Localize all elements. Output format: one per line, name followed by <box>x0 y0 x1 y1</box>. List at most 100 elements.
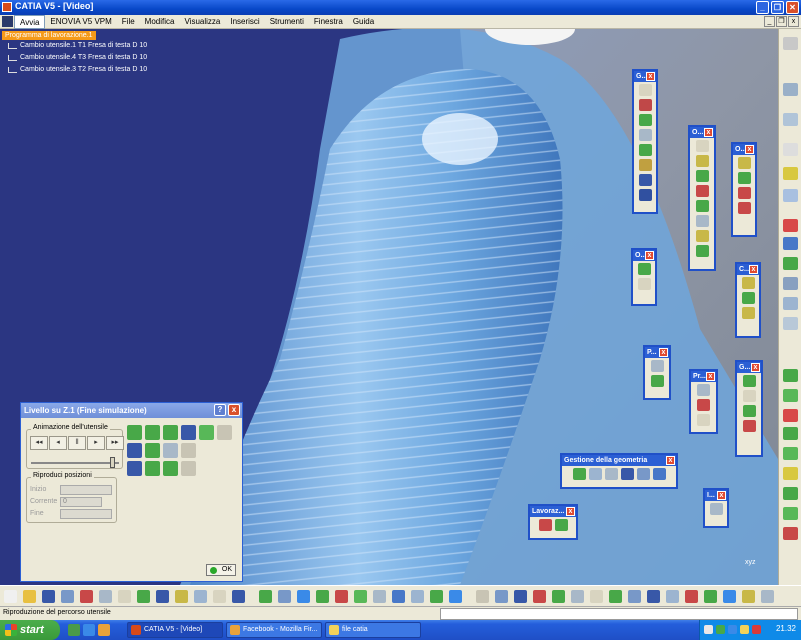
tool-icon[interactable] <box>695 230 709 242</box>
volume-icon[interactable] <box>740 625 749 634</box>
toolbar-tool-icon[interactable] <box>723 590 736 603</box>
fixture-icon[interactable] <box>604 468 618 480</box>
pointer-icon[interactable] <box>783 143 798 156</box>
tool-icon[interactable] <box>181 461 196 476</box>
toolbar-tool-icon[interactable] <box>533 590 546 603</box>
document-icon[interactable] <box>2 16 13 27</box>
operation-icon[interactable] <box>783 487 798 500</box>
close-icon[interactable]: x <box>704 128 713 137</box>
operation-icon[interactable] <box>783 369 798 382</box>
menu-finestra[interactable]: Finestra <box>309 15 348 29</box>
tree-root-program[interactable]: Programma di lavorazione.1 <box>2 31 96 40</box>
firefox-icon[interactable] <box>98 624 110 636</box>
tray-icon[interactable] <box>716 625 725 634</box>
tool-icon[interactable] <box>638 129 652 141</box>
close-icon[interactable]: x <box>566 507 575 516</box>
sketch-icon[interactable] <box>783 167 798 180</box>
close-icon[interactable]: x <box>717 491 726 500</box>
part-icon[interactable] <box>783 237 798 250</box>
close-icon[interactable]: x <box>659 348 668 357</box>
menu-visualizza[interactable]: Visualizza <box>179 15 225 29</box>
tool-icon[interactable] <box>127 461 142 476</box>
document-icon[interactable] <box>783 189 798 202</box>
tool-icon[interactable] <box>737 187 751 199</box>
tool-icon[interactable] <box>127 425 142 440</box>
toolbar-tool-icon[interactable] <box>137 590 150 603</box>
tool-icon[interactable] <box>199 425 214 440</box>
tool-icon[interactable] <box>695 185 709 197</box>
tool-icon[interactable] <box>638 144 652 156</box>
axis-compass[interactable]: xyz <box>745 559 765 573</box>
tool-icon[interactable] <box>737 157 751 169</box>
task-catia[interactable]: CATIA V5 - [Video] <box>127 622 223 638</box>
tool-icon[interactable] <box>145 425 160 440</box>
toolbar-tool-icon[interactable] <box>194 590 207 603</box>
tool-icon[interactable] <box>554 519 568 531</box>
tool-icon[interactable] <box>638 189 652 201</box>
menu-guida[interactable]: Guida <box>348 15 379 29</box>
toolbar-tool-icon[interactable] <box>628 590 641 603</box>
operation-icon[interactable] <box>783 527 798 540</box>
tool-icon[interactable] <box>741 307 755 319</box>
tool-icon[interactable] <box>145 443 160 458</box>
tool-icon[interactable] <box>742 405 756 417</box>
toolbar-tool-icon[interactable] <box>514 590 527 603</box>
toolbar-tool-icon[interactable] <box>232 590 245 603</box>
toolbar-tool-icon[interactable] <box>297 590 310 603</box>
toolbar-tool-icon[interactable] <box>666 590 679 603</box>
toolbar-tool-icon[interactable] <box>495 590 508 603</box>
toolbar-tool-icon[interactable] <box>278 590 291 603</box>
toolbar-tool-icon[interactable] <box>213 590 226 603</box>
close-icon[interactable]: x <box>666 456 675 465</box>
toolbar-tool-icon[interactable] <box>476 590 489 603</box>
fast-forward-button[interactable]: ▸▸ <box>106 436 124 450</box>
tool-icon[interactable] <box>163 443 178 458</box>
tool-icon[interactable] <box>695 200 709 212</box>
tool-icon[interactable] <box>637 278 651 290</box>
toolbar-tool-icon[interactable] <box>647 590 660 603</box>
close-icon[interactable]: x <box>751 363 760 372</box>
step-forward-button[interactable]: ▸ <box>87 436 105 450</box>
menu-file[interactable]: File <box>117 15 140 29</box>
tool-icon[interactable] <box>695 155 709 167</box>
floating-toolbar-lavorazione[interactable]: Lavoraz... x <box>528 504 578 540</box>
toolbar-tool-icon[interactable] <box>118 590 131 603</box>
floating-toolbar-p[interactable]: P... x <box>643 345 671 400</box>
close-button[interactable]: ✕ <box>786 1 799 14</box>
floating-toolbar-o2[interactable]: O... x <box>731 142 757 237</box>
tool-icon[interactable] <box>697 414 710 426</box>
tool-icon[interactable] <box>742 390 756 402</box>
toolbar-tool-icon[interactable] <box>742 590 755 603</box>
tool-icon[interactable] <box>695 170 709 182</box>
antivirus-icon[interactable] <box>752 625 761 634</box>
toolbar-tool-icon[interactable] <box>430 590 443 603</box>
close-icon[interactable]: x <box>749 265 758 274</box>
toolbar-tool-icon[interactable] <box>42 590 55 603</box>
toolbar-tool-icon[interactable] <box>175 590 188 603</box>
floating-toolbar-geometry[interactable]: Gestione della geometria x <box>560 453 678 489</box>
toolbar-tool-icon[interactable] <box>80 590 93 603</box>
close-icon[interactable]: x <box>706 372 715 381</box>
toolbar-tool-icon[interactable] <box>571 590 584 603</box>
toolbar-tool-icon[interactable] <box>4 590 17 603</box>
operation-icon[interactable] <box>783 507 798 520</box>
slider-thumb[interactable] <box>109 457 115 468</box>
menu-enovia[interactable]: ENOVIA V5 VPM <box>45 15 116 29</box>
restore-button[interactable]: ❐ <box>771 1 784 14</box>
task-folder[interactable]: file catia <box>325 622 421 638</box>
tool-icon[interactable] <box>741 292 755 304</box>
network-icon[interactable] <box>728 625 737 634</box>
ok-button[interactable]: OK <box>206 564 236 576</box>
current-field[interactable]: 0 <box>60 497 102 507</box>
surface-icon[interactable] <box>783 257 798 270</box>
tool-icon[interactable] <box>638 99 652 111</box>
tree-node[interactable]: Cambio utensile.3 T2 Fresa di testa D 10 <box>2 64 147 76</box>
tool-icon[interactable] <box>650 375 664 387</box>
toolbar-tool-icon[interactable] <box>23 590 36 603</box>
toolbar-tool-icon[interactable] <box>373 590 386 603</box>
excel-icon[interactable] <box>68 624 80 636</box>
tool-icon[interactable] <box>783 219 798 232</box>
settings-icon[interactable] <box>783 113 798 126</box>
ie-icon[interactable] <box>83 624 95 636</box>
menu-modifica[interactable]: Modifica <box>140 15 180 29</box>
